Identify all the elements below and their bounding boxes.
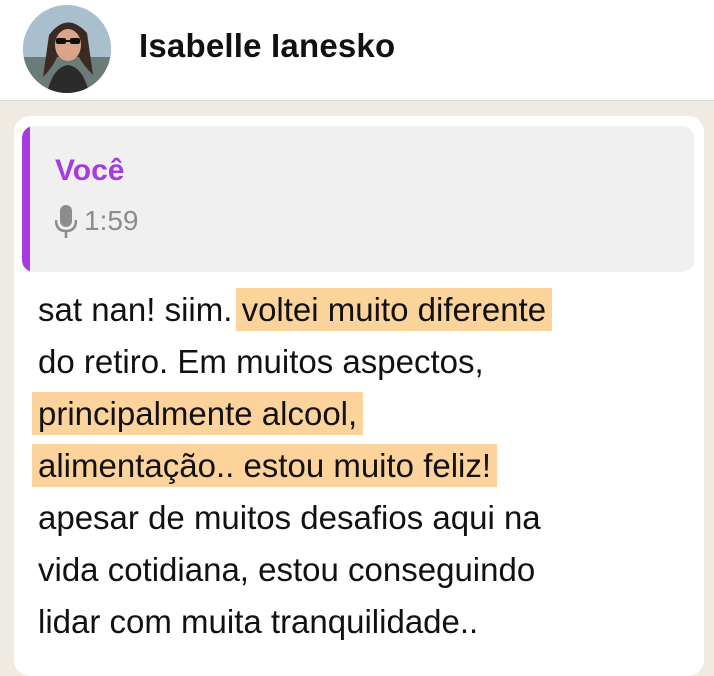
message-line: lidar com muita tranquilidade.. xyxy=(38,596,698,648)
line-text: sat nan! siim. xyxy=(38,291,242,328)
contact-name[interactable]: Isabelle Ianesko xyxy=(139,27,395,65)
line-text: lidar com muita tranquilidade.. xyxy=(38,603,479,640)
message-line: apesar de muitos desafios aqui na xyxy=(38,492,698,544)
avatar[interactable] xyxy=(23,5,111,93)
quote-accent-bar xyxy=(22,126,30,272)
highlighted-text: alimentação.. estou muito feliz! xyxy=(32,444,498,487)
highlighted-text: voltei muito diferente xyxy=(235,288,553,331)
voice-duration: 1:59 xyxy=(84,205,139,236)
line-text: vida cotidiana, estou conseguindo xyxy=(38,551,536,588)
message-line: alimentação.. estou muito feliz! xyxy=(32,440,698,492)
message-line: vida cotidiana, estou conseguindo xyxy=(38,544,698,596)
microphone-icon xyxy=(55,205,77,238)
chat-header: Isabelle Ianesko xyxy=(0,0,714,101)
message-line: sat nan! siim. voltei muito diferente xyxy=(38,284,698,336)
line-text: do retiro. Em muitos aspectos, xyxy=(38,343,484,380)
message-line: principalmente alcool, xyxy=(32,388,698,440)
message-line: do retiro. Em muitos aspectos, xyxy=(38,336,698,388)
quoted-voice-message[interactable]: Você 1:59 xyxy=(22,126,694,272)
highlighted-text: principalmente alcool, xyxy=(32,392,364,435)
quote-author: Você xyxy=(55,154,125,187)
line-text: apesar de muitos desafios aqui na xyxy=(38,499,541,536)
avatar-photo xyxy=(23,5,111,93)
message-text: sat nan! siim. voltei muito diferente do… xyxy=(32,284,698,648)
